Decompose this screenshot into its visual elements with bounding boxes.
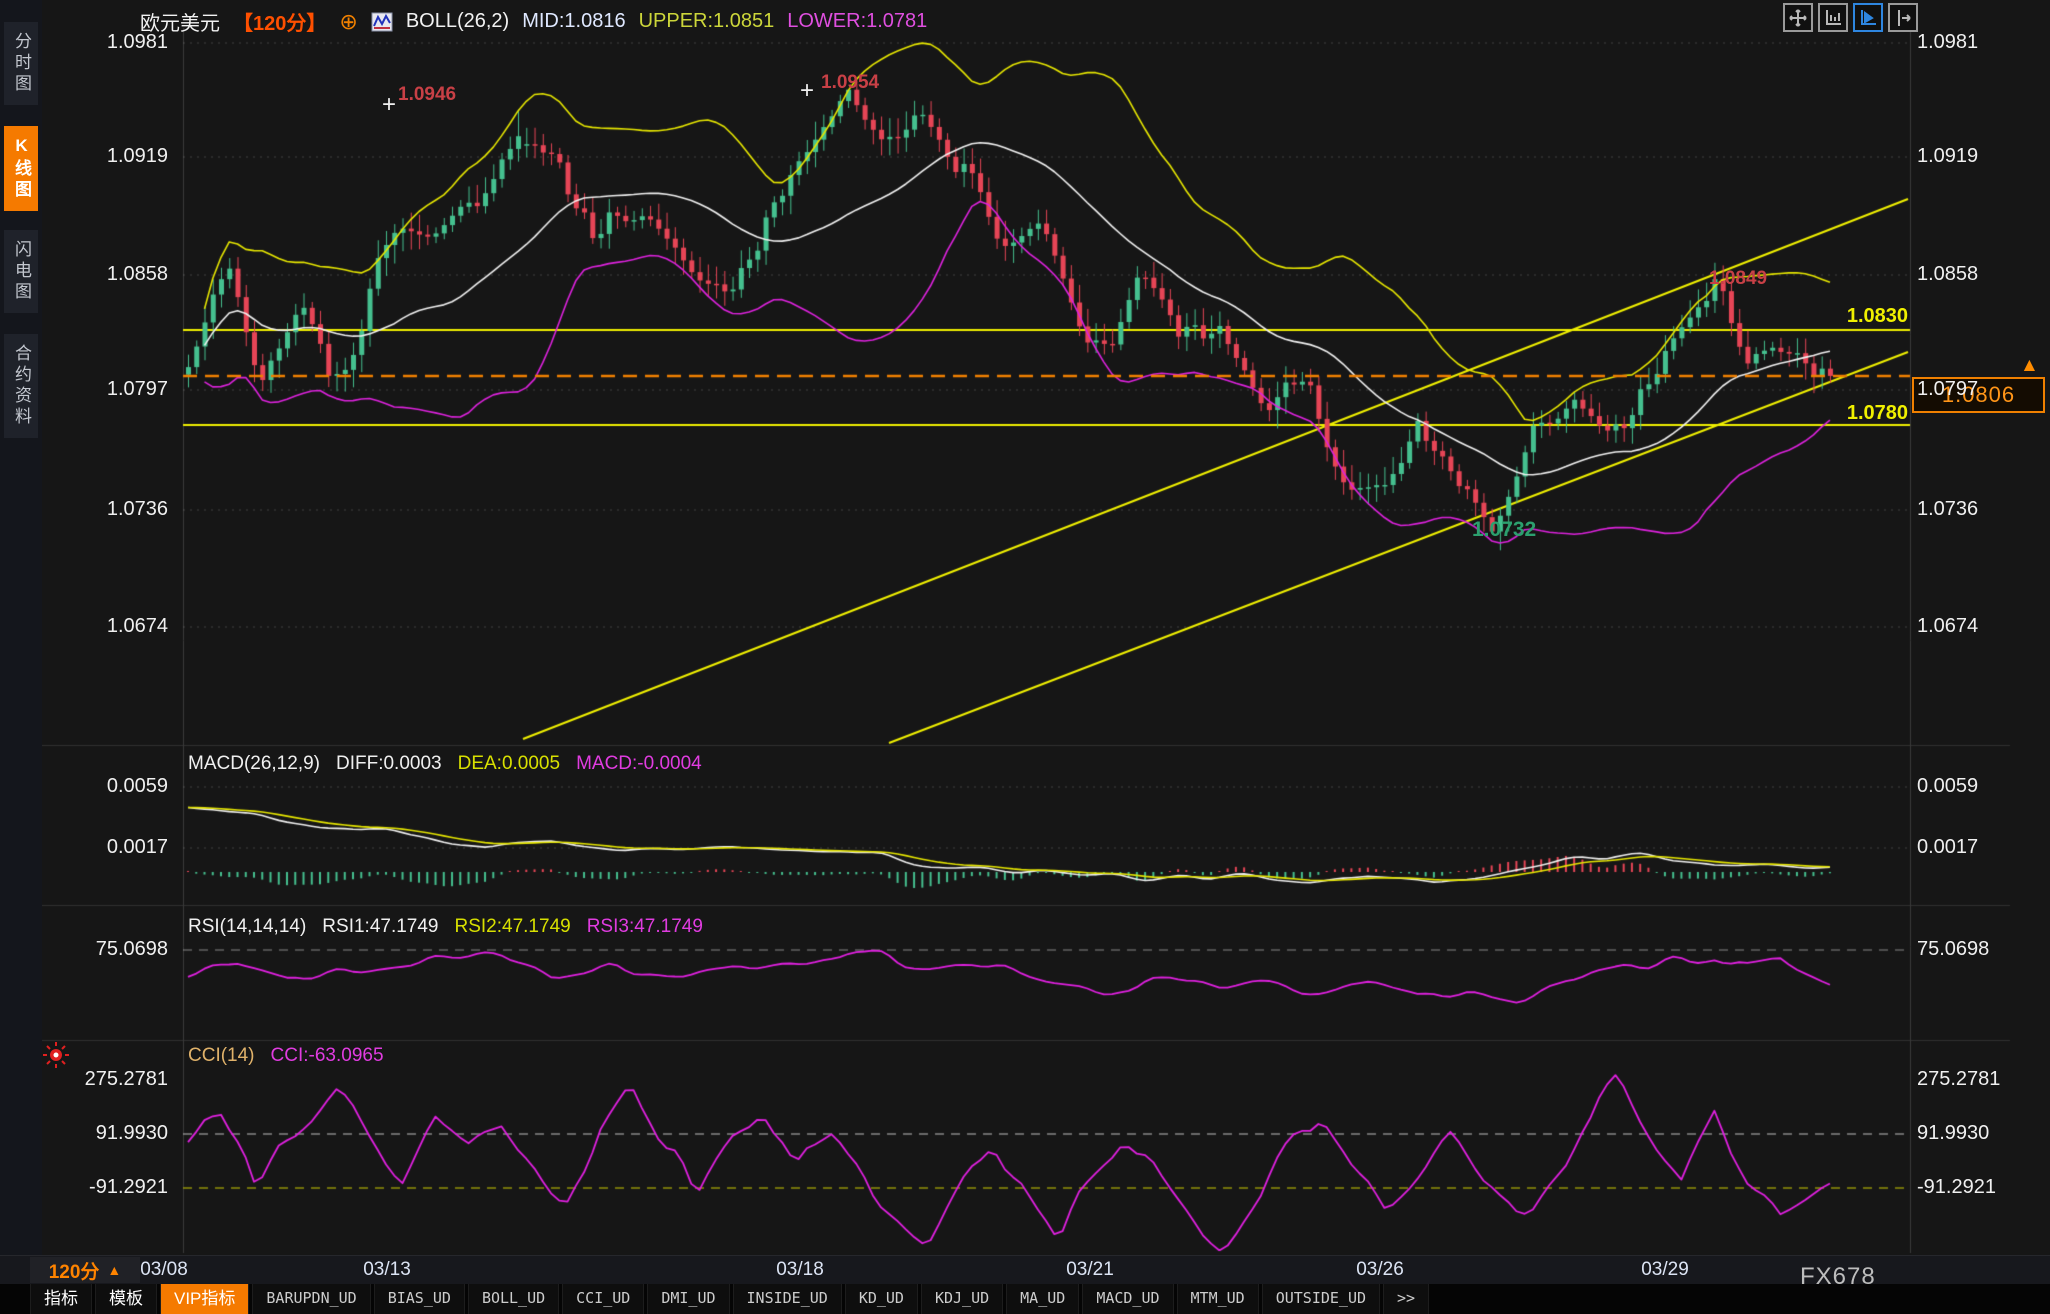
date-axis-label: 03/21 bbox=[1066, 1259, 1114, 1281]
main-axis-tick-label: 1.0919 bbox=[56, 145, 168, 168]
boll-upper-value: UPPER:1.0851 bbox=[639, 10, 775, 33]
rsi1-value: RSI1:47.1749 bbox=[322, 916, 438, 938]
main-axis-tick-label: 1.0919 bbox=[1917, 145, 1978, 168]
toolbar-tab-kdj-ud[interactable]: KDJ_UD bbox=[921, 1284, 1003, 1314]
price-up-arrow-icon: ▲ bbox=[2020, 355, 2039, 377]
indicator-select-icon[interactable] bbox=[43, 1042, 69, 1068]
toolbar-tab-dmi-ud[interactable]: DMI_UD bbox=[647, 1284, 729, 1314]
macd-axis-tick-label: 0.0017 bbox=[56, 836, 168, 859]
toolbar-tab-macd-ud[interactable]: MACD_UD bbox=[1082, 1284, 1173, 1314]
macd-axis-tick-label: 0.0059 bbox=[56, 775, 168, 798]
main-axis-tick-label: 1.0674 bbox=[1917, 615, 1978, 638]
main-axis-tick-label: 1.0981 bbox=[56, 31, 168, 54]
peak-price-label: 1.0954 bbox=[821, 72, 879, 94]
recent-peak-label: 1.0849 bbox=[1709, 268, 1767, 290]
peak-price-label: 1.0946 bbox=[398, 84, 456, 106]
sidebar-item-4[interactable]: 合约资料 bbox=[4, 334, 38, 438]
cci-axis-tick-label: -91.2921 bbox=[1917, 1176, 1996, 1199]
toolbar-tab-inside-ud[interactable]: INSIDE_UD bbox=[733, 1284, 842, 1314]
macd-macd-value: MACD:-0.0004 bbox=[576, 753, 702, 775]
boll-lower-value: LOWER:1.0781 bbox=[787, 10, 927, 33]
indicator-toolbar: 指标模板VIP指标BARUPDN_UDBIAS_UDBOLL_UDCCI_UDD… bbox=[0, 1284, 2050, 1314]
trading-app-window: 分时图 K线图闪电图合约资料 欧元美元 【120分】 ⊕ BOLL(26,2) M… bbox=[0, 0, 2050, 1314]
resistance-level-label: 1.0830 bbox=[1760, 305, 1908, 328]
peak-cross-marker: + bbox=[800, 82, 814, 100]
macd-name: MACD(26,12,9) bbox=[188, 753, 320, 775]
cci-value: CCI:-63.0965 bbox=[271, 1045, 384, 1067]
low-price-label: 1.0732 bbox=[1472, 518, 1536, 542]
chart-canvas[interactable] bbox=[0, 0, 2050, 1314]
main-axis-tick-label: 1.0797 bbox=[56, 378, 168, 401]
cci-axis-tick-label: -91.2921 bbox=[56, 1176, 168, 1199]
date-axis-label: 03/18 bbox=[776, 1259, 824, 1281]
toolbar-tab-mtm-ud[interactable]: MTM_UD bbox=[1177, 1284, 1259, 1314]
sidebar-item-2[interactable]: K线图 bbox=[4, 126, 38, 211]
toolbar-tab-bias-ud[interactable]: BIAS_UD bbox=[374, 1284, 465, 1314]
toolbar-tab-boll-ud[interactable]: BOLL_UD bbox=[468, 1284, 559, 1314]
toolbar-tab-cci-ud[interactable]: CCI_UD bbox=[562, 1284, 644, 1314]
boll-mini-icon bbox=[371, 12, 393, 32]
chart-header: 欧元美元 【120分】 ⊕ BOLL(26,2) MID:1.0816 UPPE… bbox=[140, 7, 927, 36]
macd-axis-tick-label: 0.0017 bbox=[1917, 836, 1978, 859]
rsi-pane-header: RSI(14,14,14) RSI1:47.1749 RSI2:47.1749 … bbox=[188, 916, 703, 938]
rsi3-value: RSI3:47.1749 bbox=[587, 916, 703, 938]
support-level-label: 1.0780 bbox=[1760, 402, 1908, 425]
date-axis-label: 03/13 bbox=[363, 1259, 411, 1281]
macd-diff-value: DIFF:0.0003 bbox=[336, 753, 442, 775]
macd-axis-tick-label: 0.0059 bbox=[1917, 775, 1978, 798]
axis-chart-icon[interactable] bbox=[1818, 3, 1848, 32]
chart-view-buttons bbox=[1783, 3, 1918, 32]
main-axis-tick-label: 1.0674 bbox=[56, 615, 168, 638]
rsi-axis-tick-label: 75.0698 bbox=[56, 938, 168, 961]
play-chart-icon[interactable] bbox=[1853, 3, 1883, 32]
cci-axis-tick-label: 91.9930 bbox=[56, 1122, 168, 1145]
indicator-label: BOLL(26,2) bbox=[406, 10, 509, 33]
date-axis-label: 03/26 bbox=[1356, 1259, 1404, 1281]
period-selector[interactable]: 120分 ▲ bbox=[30, 1257, 140, 1283]
period-tag: 【120分】 bbox=[233, 7, 326, 36]
cci-pane-header: CCI(14) CCI:-63.0965 bbox=[188, 1045, 384, 1067]
main-axis-tick-label: 1.0858 bbox=[56, 263, 168, 286]
period-dropdown-arrow: ▲ bbox=[107, 1262, 121, 1278]
watermark: FX678 bbox=[1800, 1263, 1876, 1291]
toolbar-tab-vip-[interactable]: VIP指标 bbox=[160, 1284, 249, 1314]
crosshair-toggle-icon[interactable]: ⊕ bbox=[339, 12, 357, 32]
cci-name: CCI(14) bbox=[188, 1045, 255, 1067]
main-axis-tick-label: 1.0736 bbox=[1917, 498, 1978, 521]
macd-dea-value: DEA:0.0005 bbox=[458, 753, 560, 775]
move-crosshair-icon[interactable] bbox=[1783, 3, 1813, 32]
cci-axis-tick-label: 275.2781 bbox=[56, 1068, 168, 1091]
toolbar-tab--[interactable]: 模板 bbox=[95, 1284, 157, 1314]
peak-cross-marker: + bbox=[382, 96, 396, 114]
main-axis-tick-label: 1.0797 bbox=[1917, 378, 1978, 401]
rsi2-value: RSI2:47.1749 bbox=[455, 916, 571, 938]
cci-axis-tick-label: 91.9930 bbox=[1917, 1122, 1989, 1145]
main-axis-tick-label: 1.0736 bbox=[56, 498, 168, 521]
toolbar-tab-outside-ud[interactable]: OUTSIDE_UD bbox=[1262, 1284, 1380, 1314]
main-axis-tick-label: 1.0981 bbox=[1917, 31, 1978, 54]
date-axis-label: 03/29 bbox=[1641, 1259, 1689, 1281]
toolbar-tab-kd-ud[interactable]: KD_UD bbox=[845, 1284, 918, 1314]
toolbar-tab-barupdn-ud[interactable]: BARUPDN_UD bbox=[252, 1284, 370, 1314]
left-sidebar: 分时图 K线图闪电图合约资料 bbox=[0, 0, 42, 1256]
period-label: 120分 bbox=[49, 1257, 100, 1284]
toolbar-tab--[interactable]: >> bbox=[1383, 1284, 1429, 1314]
rsi-name: RSI(14,14,14) bbox=[188, 916, 306, 938]
date-axis-row bbox=[0, 1255, 2050, 1284]
date-axis-label: 03/08 bbox=[140, 1259, 188, 1281]
boll-mid-value: MID:1.0816 bbox=[522, 10, 625, 33]
rsi-axis-tick-label: 75.0698 bbox=[1917, 938, 1989, 961]
sidebar-item-1[interactable]: 分时图 bbox=[4, 22, 38, 105]
sidebar-item-3[interactable]: 闪电图 bbox=[4, 230, 38, 313]
main-axis-tick-label: 1.0858 bbox=[1917, 263, 1978, 286]
toolbar-tab--[interactable]: 指标 bbox=[30, 1284, 92, 1314]
macd-pane-header: MACD(26,12,9) DIFF:0.0003 DEA:0.0005 MAC… bbox=[188, 753, 702, 775]
toolbar-tab-ma-ud[interactable]: MA_UD bbox=[1006, 1284, 1079, 1314]
shift-chart-icon[interactable] bbox=[1888, 3, 1918, 32]
cci-axis-tick-label: 275.2781 bbox=[1917, 1068, 2000, 1091]
